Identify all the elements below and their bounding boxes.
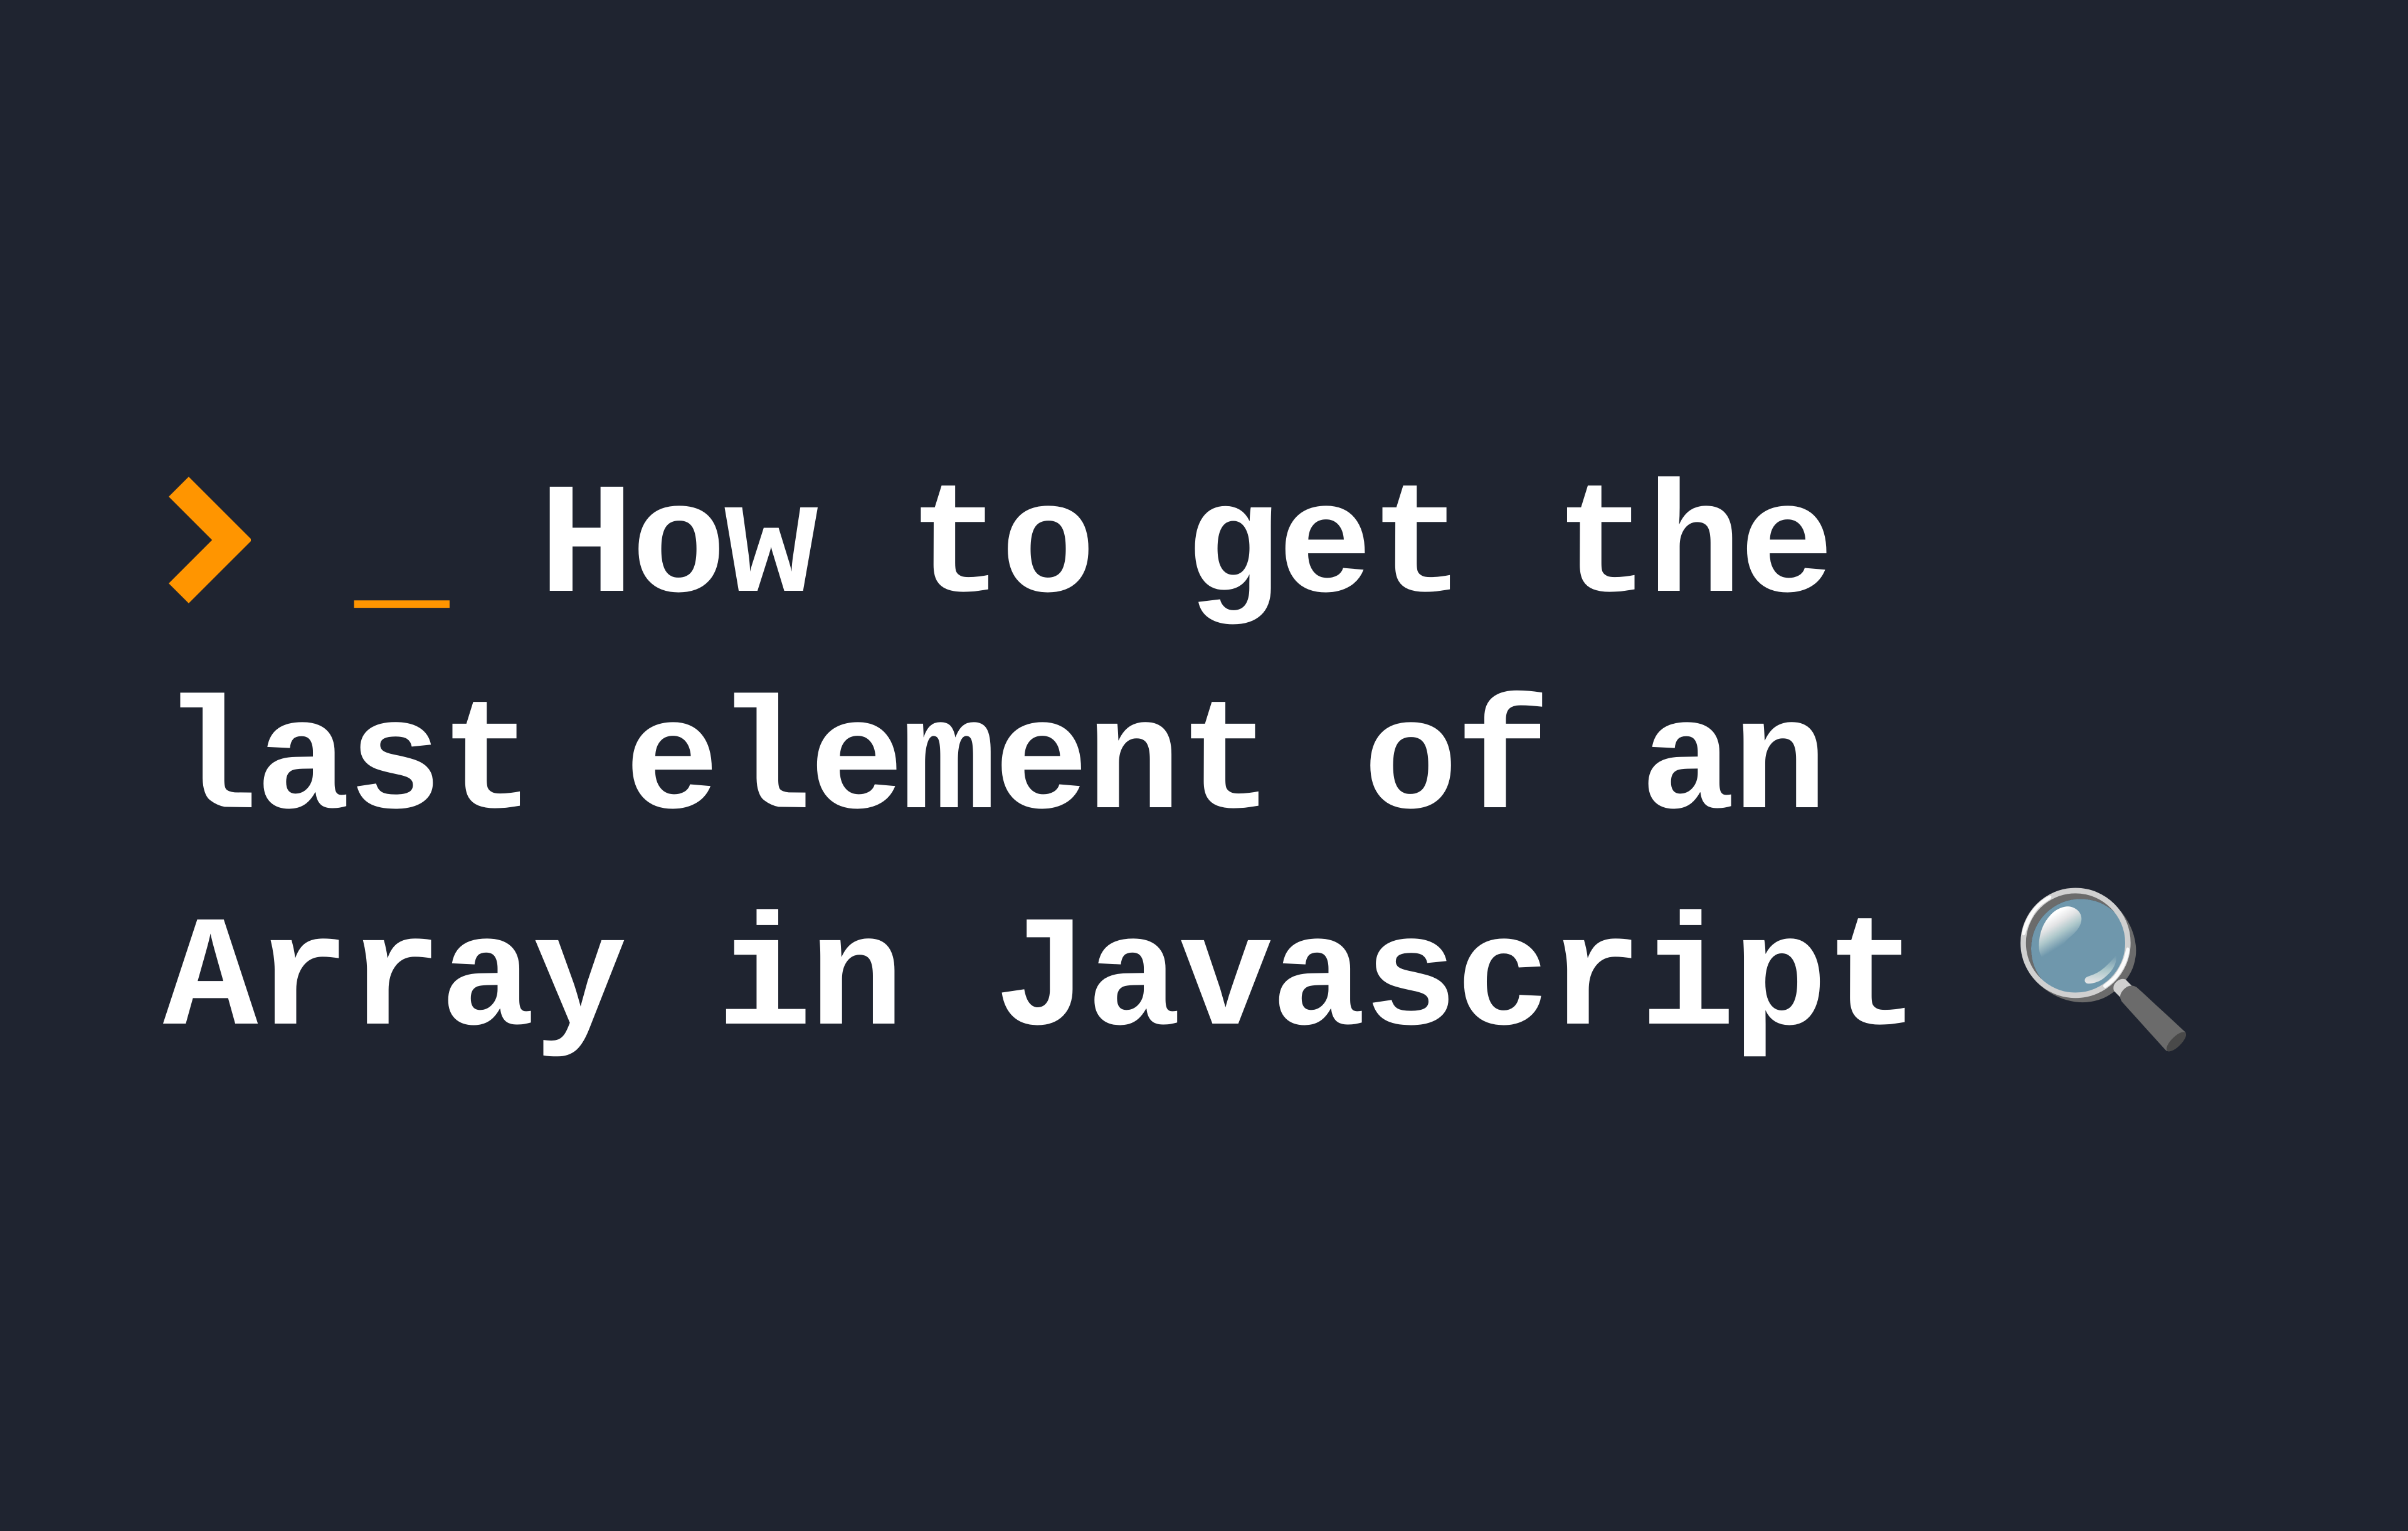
- article-title: _ How to get the last element of an Arra…: [163, 441, 2245, 1091]
- prompt-underscore-icon: _: [354, 459, 446, 638]
- magnifying-glass-icon: 🔍: [2010, 879, 2195, 1085]
- prompt-chevron-icon: [163, 459, 354, 638]
